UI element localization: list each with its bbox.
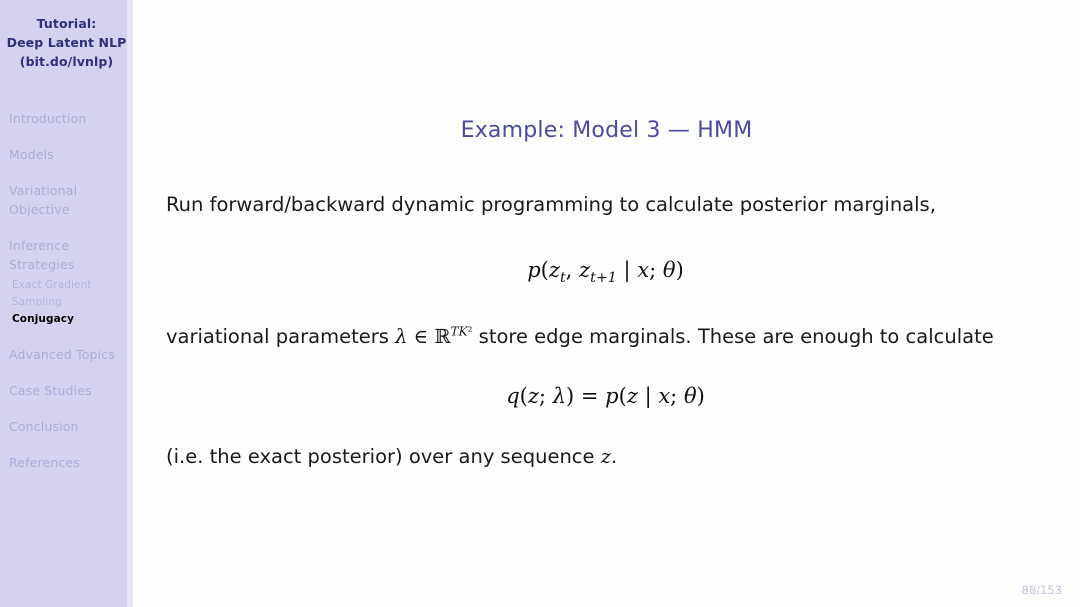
nav-line: Case Studies <box>9 383 92 398</box>
nav-line: References <box>9 455 80 470</box>
sidebar-item-advanced-topics[interactable]: Advanced Topics <box>9 345 129 364</box>
sidebar-item-models-label: Models <box>9 145 129 164</box>
sidebar-item-references[interactable]: References <box>9 453 129 472</box>
sidebar-item-variational-objective-label: Variational Objective <box>9 181 129 219</box>
sidebar-item-advanced-topics-label: Advanced Topics <box>9 345 129 364</box>
sidebar-item-introduction[interactable]: Introduction <box>9 109 129 128</box>
sidebar-item-introduction-label: Introduction <box>9 109 129 128</box>
nav-line: Inference <box>9 238 70 253</box>
sidebar-navigation: Tutorial: Deep Latent NLP (bit.do/lvnlp)… <box>0 0 133 607</box>
sidebar-item-conclusion-label: Conclusion <box>9 417 129 436</box>
sidebar-item-case-studies-label: Case Studies <box>9 381 129 400</box>
z-symbol: z <box>600 445 612 468</box>
real-numbers-symbol: ℝ <box>434 325 451 348</box>
body-paragraph-2-suffix: store edge marginals. These are enough t… <box>472 325 994 348</box>
body-paragraph-3: (i.e. the exact posterior) over any sequ… <box>166 437 1045 477</box>
sidebar-subitem-exact-gradient[interactable]: Exact Gradient <box>9 277 129 294</box>
body-paragraph-2-prefix: variational parameters <box>166 325 396 348</box>
nav-line: Advanced Topics <box>9 347 115 362</box>
sidebar-item-inference-strategies-label: Inference Strategies <box>9 236 129 274</box>
sidebar-item-conclusion[interactable]: Conclusion <box>9 417 129 436</box>
sidebar-item-variational-objective[interactable]: Variational Objective <box>9 181 129 219</box>
nav-line: Objective <box>9 202 70 217</box>
sidebar-item-models[interactable]: Models <box>9 145 129 164</box>
nav-list: Introduction Models Variational Objectiv… <box>0 109 133 472</box>
nav-line: Variational <box>9 183 78 198</box>
nav-line: Strategies <box>9 257 75 272</box>
exponent-tk2: TK² <box>450 324 473 339</box>
slide-body: Run forward/backward dynamic programming… <box>166 185 1045 477</box>
equation-posterior-marginals: p(zt, zt+1 | x; θ) <box>527 258 684 287</box>
nav-line: Conclusion <box>9 419 79 434</box>
body-paragraph-3-text: (i.e. the exact posterior) over any sequ… <box>166 445 601 468</box>
sidebar-item-references-label: References <box>9 453 129 472</box>
lambda-symbol: λ <box>395 325 408 348</box>
page-number: 88/153 <box>1021 583 1062 597</box>
slide-title: Example: Model 3 — HMM <box>460 118 753 143</box>
equation-variational-posterior: q(z; λ) = p(z | x; θ) <box>506 384 705 408</box>
sidebar-item-inference-strategies[interactable]: Inference Strategies Exact Gradient Samp… <box>9 236 129 328</box>
sidebar-subitems: Exact Gradient Sampling Conjugacy <box>9 277 129 328</box>
tutorial-title-line-1: Tutorial: <box>36 16 97 31</box>
sidebar-subitem-conjugacy[interactable]: Conjugacy <box>9 311 129 328</box>
period: . <box>611 445 618 468</box>
tutorial-title-line-2: Deep Latent NLP <box>6 35 127 50</box>
tutorial-title-line-3: (bit.do/lvnlp) <box>19 54 114 69</box>
nav-line: Introduction <box>9 111 87 126</box>
body-paragraph-2: variational parameters λ ∈ ℝTK² store ed… <box>166 324 994 348</box>
presentation-slide: Tutorial: Deep Latent NLP (bit.do/lvnlp)… <box>0 0 1080 607</box>
tutorial-title: Tutorial: Deep Latent NLP (bit.do/lvnlp) <box>0 14 133 71</box>
nav-line: Models <box>9 147 54 162</box>
sidebar-item-case-studies[interactable]: Case Studies <box>9 381 129 400</box>
body-paragraph-1: Run forward/backward dynamic programming… <box>166 193 936 216</box>
sidebar-subitem-sampling[interactable]: Sampling <box>9 294 129 311</box>
slide-content: Example: Model 3 — HMM Run forward/backw… <box>133 0 1080 607</box>
